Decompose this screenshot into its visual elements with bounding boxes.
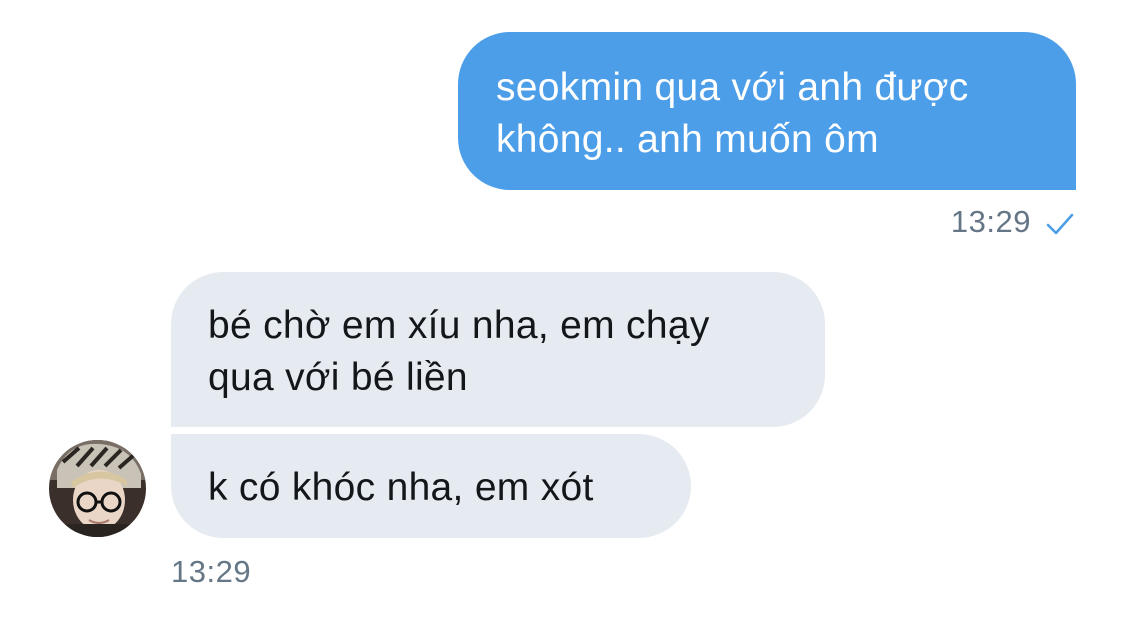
sent-timestamp: 13:29 [950,204,1031,239]
message-text-line: bé chờ em xíu nha, em chạy [208,304,710,347]
message-text-line: k có khóc nha, em xót [208,466,594,509]
dm-conversation: seokmin qua với anh được không.. anh muố… [0,0,1125,628]
received-timestamp: 13:29 [171,554,252,589]
message-text-line: không.. anh muốn ôm [496,118,879,161]
avatar-image [49,440,146,537]
user-avatar[interactable] [49,440,146,537]
check-icon [1046,213,1074,235]
sent-message-bubble[interactable]: seokmin qua với anh được không.. anh muố… [458,32,1076,190]
received-message-bubble[interactable]: k có khóc nha, em xót [171,434,691,538]
message-text-line: seokmin qua với anh được [496,66,969,109]
message-text-line: qua với bé liền [208,356,468,399]
received-message-bubble[interactable]: bé chờ em xíu nha, em chạy qua với bé li… [171,272,825,427]
